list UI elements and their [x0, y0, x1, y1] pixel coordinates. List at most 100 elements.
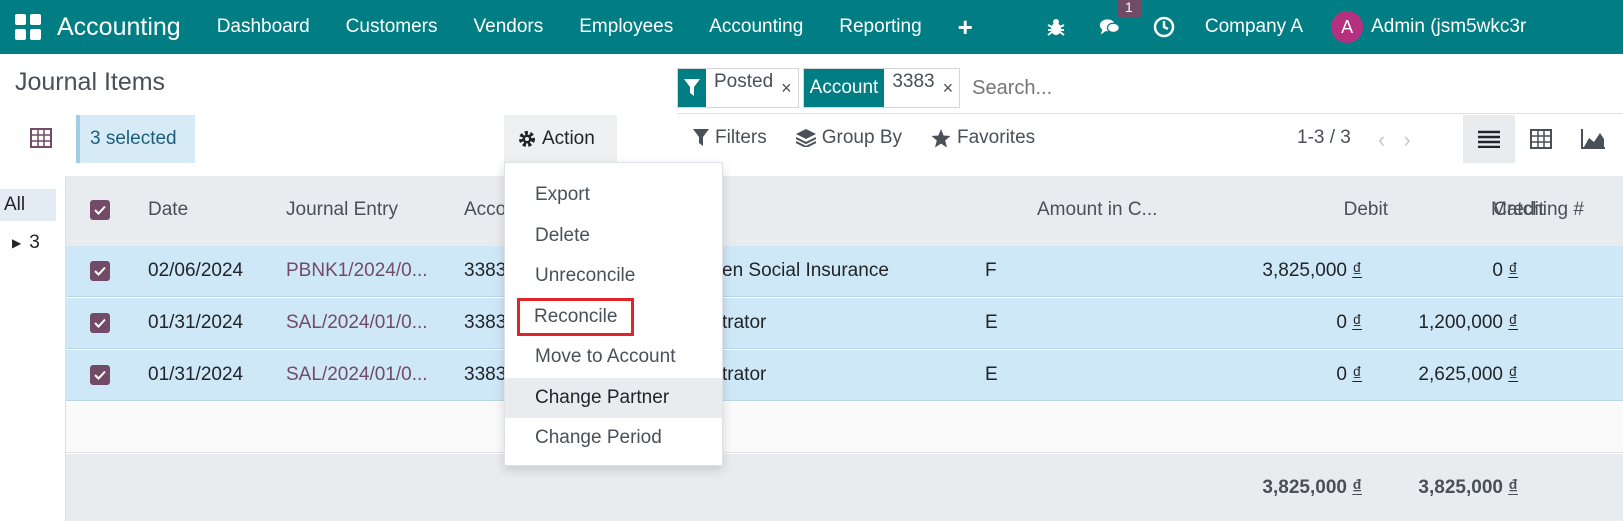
- row-checkbox[interactable]: [90, 365, 110, 385]
- side-panel-all[interactable]: All: [0, 189, 56, 221]
- graph-view-icon[interactable]: [1567, 115, 1619, 163]
- row-checkbox[interactable]: [90, 261, 110, 281]
- caret-right-icon: ▶: [12, 236, 22, 250]
- col-amount-currency[interactable]: Amount in C...: [1037, 199, 1157, 221]
- pager-value[interactable]: 1-3 / 3: [1297, 127, 1351, 149]
- nav-vendors[interactable]: Vendors: [456, 16, 562, 38]
- nav-reporting[interactable]: Reporting: [821, 16, 939, 38]
- search-underline: [677, 113, 1623, 114]
- menu-item-change-period[interactable]: Change Period: [505, 418, 722, 459]
- col-journal-entry[interactable]: Journal Entry: [286, 199, 398, 221]
- col-matching[interactable]: Matching #: [1491, 199, 1584, 221]
- apps-menu-icon[interactable]: [15, 14, 41, 40]
- company-switcher[interactable]: Company A: [1205, 16, 1303, 38]
- facet-value: 3383: [892, 71, 935, 92]
- col-debit[interactable]: Debit: [1228, 199, 1388, 221]
- top-navbar: Accounting Dashboard Customers Vendors E…: [0, 0, 1623, 54]
- pager-prev-icon[interactable]: ‹: [1378, 127, 1385, 153]
- facet-remove-icon[interactable]: ×: [943, 78, 954, 99]
- user-menu[interactable]: Admin (jsm5wkc3r: [1371, 16, 1526, 38]
- facet-label: Account: [803, 69, 885, 107]
- facet-account: Account 3383 ×: [802, 68, 961, 108]
- selected-count[interactable]: 3 selected: [76, 115, 195, 163]
- activity-clock-icon[interactable]: [1153, 16, 1175, 38]
- menu-item-unreconcile[interactable]: Unreconcile: [505, 256, 722, 297]
- facet-value: Posted: [714, 71, 774, 92]
- action-label: Action: [542, 127, 595, 149]
- group-by-button[interactable]: Group By: [795, 127, 902, 149]
- gear-icon: [519, 130, 535, 147]
- user-avatar[interactable]: A: [1331, 11, 1364, 43]
- cell-date: 01/31/2024: [148, 312, 244, 333]
- action-dropdown-menu: Export Delete Unreconcile Reconcile Move…: [504, 162, 723, 466]
- favorites-button[interactable]: Favorites: [931, 127, 1035, 149]
- menu-item-delete[interactable]: Delete: [505, 216, 722, 257]
- list-grid-icon[interactable]: [30, 128, 52, 150]
- menu-item-move-to-account[interactable]: Move to Account: [505, 337, 722, 378]
- search-input[interactable]: [972, 69, 1593, 107]
- cell-journal-entry[interactable]: SAL/2024/01/0...: [286, 312, 428, 334]
- action-button[interactable]: Action: [504, 115, 617, 162]
- list-view-icon[interactable]: [1463, 115, 1515, 163]
- nav-accounting[interactable]: Accounting: [691, 16, 821, 38]
- messages-icon[interactable]: 1: [1099, 0, 1141, 38]
- currency-symbol: ₫: [1508, 260, 1518, 281]
- cell-date: 01/31/2024: [148, 364, 244, 385]
- currency-symbol: ₫: [1508, 477, 1518, 498]
- page-title[interactable]: Journal Items: [15, 68, 165, 97]
- currency-symbol: ₫: [1508, 312, 1518, 333]
- menu-item-label: Change Partner: [535, 386, 670, 408]
- menu-item-label: Export: [535, 184, 590, 206]
- cell-credit: 2,625,000 ₫: [1326, 364, 1518, 386]
- filters-button[interactable]: Filters: [693, 127, 767, 149]
- facet-remove-icon[interactable]: ×: [781, 78, 792, 99]
- nav-employees[interactable]: Employees: [561, 16, 691, 38]
- cell-ref: E: [985, 364, 998, 385]
- credit-value: 1,200,000: [1418, 312, 1503, 333]
- pager-next-icon[interactable]: ›: [1403, 127, 1410, 153]
- col-account[interactable]: Acco: [464, 199, 506, 221]
- cell-credit: 0 ₫: [1326, 260, 1518, 282]
- filter-icon: [678, 69, 706, 107]
- credit-value: 2,625,000: [1418, 364, 1503, 385]
- cell-journal-entry[interactable]: SAL/2024/01/0...: [286, 364, 428, 386]
- cell-label: trator: [722, 312, 767, 333]
- menu-item-export[interactable]: Export: [505, 175, 722, 216]
- side-panel: All ▶ 3: [0, 176, 66, 521]
- nav-plus-button[interactable]: +: [940, 12, 991, 43]
- side-panel-group[interactable]: ▶ 3: [12, 232, 40, 254]
- search-bar: Posted × Account 3383 ×: [677, 68, 1593, 108]
- cell-credit: 1,200,000 ₫: [1326, 312, 1518, 334]
- table-row[interactable]: 01/31/2024 SAL/2024/01/0... 3383 trator …: [66, 350, 1623, 401]
- cell-ref: E: [985, 312, 998, 333]
- group-by-label: Group By: [821, 127, 902, 148]
- journal-items-table: Date Journal Entry Acco Amount in C... D…: [66, 176, 1623, 521]
- cell-account: 3383: [464, 260, 507, 281]
- star-icon: [931, 128, 951, 147]
- cell-date: 02/06/2024: [148, 260, 244, 281]
- favorites-label: Favorites: [957, 127, 1036, 148]
- col-date[interactable]: Date: [148, 199, 188, 221]
- select-all-checkbox[interactable]: [90, 200, 110, 220]
- table-row[interactable]: 02/06/2024 PBNK1/2024/0... 3383 en Socia…: [66, 246, 1623, 297]
- nav-dashboard[interactable]: Dashboard: [199, 16, 328, 38]
- menu-item-reconcile[interactable]: Reconcile: [505, 297, 722, 338]
- cell-journal-entry[interactable]: PBNK1/2024/0...: [286, 260, 428, 282]
- app-brand[interactable]: Accounting: [57, 13, 181, 42]
- debug-bug-icon[interactable]: [1045, 16, 1067, 38]
- table-header: Date Journal Entry Acco Amount in C... D…: [66, 176, 1623, 246]
- menu-item-change-partner[interactable]: Change Partner: [505, 377, 722, 418]
- total-credit: 3,825,000 ₫: [1326, 477, 1518, 499]
- table-footer-totals: 3,825,000 ₫ 3,825,000 ₫: [66, 454, 1623, 521]
- pivot-view-icon[interactable]: [1515, 115, 1567, 163]
- facet-posted: Posted ×: [677, 68, 799, 108]
- menu-item-label: Delete: [535, 224, 590, 246]
- cell-ref: F: [985, 260, 997, 281]
- nav-customers[interactable]: Customers: [328, 16, 456, 38]
- currency-symbol: ₫: [1508, 364, 1518, 385]
- table-row[interactable]: 01/31/2024 SAL/2024/01/0... 3383 trator …: [66, 298, 1623, 349]
- menu-item-label: Move to Account: [535, 346, 676, 368]
- row-checkbox[interactable]: [90, 313, 110, 333]
- layers-icon: [795, 129, 816, 147]
- cell-label: trator: [722, 364, 767, 385]
